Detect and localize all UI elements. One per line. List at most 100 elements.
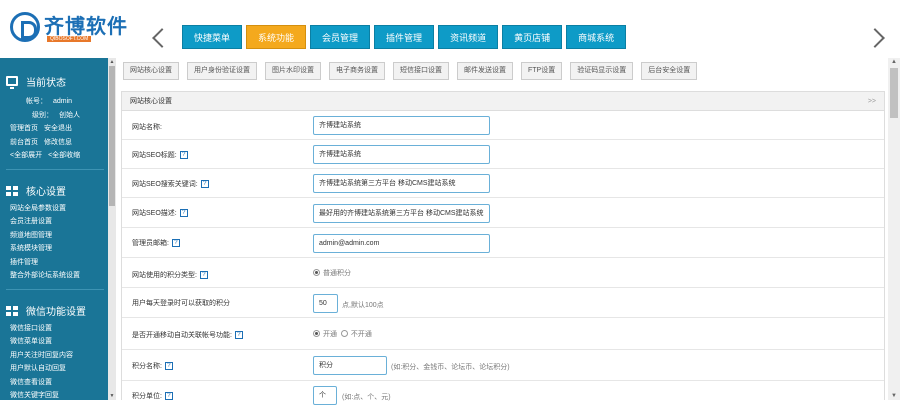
sidebar-item[interactable]: 插件管理 bbox=[10, 256, 110, 270]
points-name-input[interactable]: 积分 bbox=[313, 356, 387, 375]
wechat-menu: 微信接口设置 微信菜单设置 用户关注时回复内容 用户默认自动回复 微信查看设置 … bbox=[6, 322, 110, 401]
sidebar-item[interactable]: 微信查看设置 bbox=[10, 376, 110, 390]
site-logo[interactable]: 齐博软件 QIBOSOFT.COM bbox=[10, 8, 128, 48]
sidebar-item[interactable]: 整合外部论坛系统设置 bbox=[10, 269, 110, 283]
sidebar-item[interactable]: 频道地图管理 bbox=[10, 229, 110, 243]
sidebar-status-header[interactable]: 当前状态 bbox=[6, 70, 110, 92]
form-row-integral-type: 网站使用的积分类型: ? 普通积分 bbox=[122, 258, 884, 288]
subtab-admin-security[interactable]: 后台安全设置 bbox=[641, 62, 698, 80]
collapse-toggle[interactable]: >> bbox=[868, 92, 876, 111]
field-label: 管理员邮箱: ? bbox=[132, 238, 180, 248]
field-label: 用户每天登录时可以获取的积分 bbox=[132, 300, 230, 307]
field-label: 网站使用的积分类型: ? bbox=[132, 270, 208, 280]
subtab-ecommerce[interactable]: 电子商务设置 bbox=[329, 62, 385, 80]
account-value: admin bbox=[53, 98, 73, 105]
seo-description-input[interactable]: 最好用的齐博建站系统第三方平台 移动CMS建站系统 bbox=[313, 204, 490, 223]
logo-mark-icon bbox=[10, 12, 40, 42]
brand-name: 齐博软件 bbox=[44, 14, 128, 38]
tab-news-channel[interactable]: 资讯频道 bbox=[438, 25, 499, 49]
radio-on-icon[interactable] bbox=[313, 330, 320, 337]
help-icon[interactable]: ? bbox=[200, 180, 209, 188]
sidebar-wechat-header[interactable]: 微信功能设置 bbox=[6, 300, 110, 322]
form-row-seo-keywords: 网站SEO搜索关键词: ? 齐博建站系统第三方平台 移动CMS建站系统 bbox=[122, 169, 884, 198]
sidebar-item[interactable]: 网站全局参数设置 bbox=[10, 202, 110, 216]
scroll-up-icon[interactable]: ▲ bbox=[888, 58, 900, 66]
subtab-core-settings[interactable]: 网站核心设置 bbox=[123, 62, 179, 80]
frontend-home-link[interactable]: 前台首页 bbox=[10, 136, 38, 150]
brand-tagline: QIBOSOFT.COM bbox=[44, 36, 92, 42]
sidebar-item[interactable]: 会员注册设置 bbox=[10, 215, 110, 229]
account-label: 帐号： bbox=[26, 98, 47, 105]
help-icon[interactable]: ? bbox=[179, 151, 188, 159]
scrollbar-thumb[interactable] bbox=[109, 66, 115, 206]
help-icon[interactable]: ? bbox=[179, 209, 188, 217]
tab-member-management[interactable]: 会员管理 bbox=[310, 25, 371, 49]
sidebar-wechat-title: 微信功能设置 bbox=[26, 307, 86, 318]
admin-home-link[interactable]: 管理首页 bbox=[10, 122, 38, 136]
form-row-auto-member: 是否开通移动自动关联帐号功能: ? 开通 不开通 bbox=[122, 318, 884, 350]
form-row-signin-points: 用户每天登录时可以获取的积分 50 点,默认100点 bbox=[122, 288, 884, 318]
logout-link[interactable]: 安全退出 bbox=[44, 122, 72, 136]
scroll-down-icon[interactable]: ▼ bbox=[888, 392, 900, 400]
seo-title-input[interactable]: 齐博建站系统 bbox=[313, 145, 490, 164]
sidebar-item[interactable]: 系统模块管理 bbox=[10, 242, 110, 256]
core-settings-panel: 网站核心设置 >> 网站名称: 齐博建站系统 网站SEO标题: ? 齐博建站系统… bbox=[121, 91, 885, 405]
help-icon[interactable]: ? bbox=[164, 362, 173, 370]
help-icon[interactable]: ? bbox=[164, 392, 173, 400]
points-unit-input[interactable]: 个 bbox=[313, 386, 337, 405]
subtab-ftp[interactable]: FTP设置 bbox=[521, 62, 563, 80]
tab-quick-menu[interactable]: 快捷菜单 bbox=[182, 25, 243, 49]
admin-email-input[interactable]: admin@admin.com bbox=[313, 234, 490, 253]
panel-title: 网站核心设置 bbox=[130, 98, 172, 105]
tab-system-functions[interactable]: 系统功能 bbox=[246, 25, 307, 49]
sidebar-scrollbar[interactable]: ▲ ▼ bbox=[108, 58, 116, 400]
collapse-all-link[interactable]: <全部收缩 bbox=[48, 149, 80, 163]
subtab-mail-sending[interactable]: 邮件发送设置 bbox=[457, 62, 513, 80]
scroll-up-icon[interactable]: ▲ bbox=[109, 59, 115, 65]
form-row-points-name: 积分名称: ? 积分 (如:积分、金钱币、论坛币、论坛积分) bbox=[122, 350, 884, 381]
radio-label-on[interactable]: 开通 bbox=[323, 331, 337, 338]
sidebar-item[interactable]: 微信菜单设置 bbox=[10, 335, 110, 349]
nav-next-arrow-icon[interactable] bbox=[865, 28, 885, 48]
sidebar-item[interactable]: 用户关注时回复内容 bbox=[10, 349, 110, 363]
subtab-captcha[interactable]: 验证码显示设置 bbox=[570, 62, 634, 80]
help-icon[interactable]: ? bbox=[199, 271, 208, 279]
sidebar-item[interactable]: 微信接口设置 bbox=[10, 322, 110, 336]
sidebar-core-header[interactable]: 核心设置 bbox=[6, 180, 110, 202]
settings-subtabs: 网站核心设置 用户身份验证设置 图片水印设置 电子商务设置 短信接口设置 邮件发… bbox=[123, 62, 698, 80]
seo-keywords-input[interactable]: 齐博建站系统第三方平台 移动CMS建站系统 bbox=[313, 174, 490, 193]
status-info: 帐号： admin 级别： 创始人 管理首页 安全退出 前台首页 修改信息 <全… bbox=[6, 95, 110, 163]
sidebar-item[interactable]: 微信关键字回复 bbox=[10, 389, 110, 400]
form-row-site-name: 网站名称: 齐博建站系统 bbox=[122, 112, 884, 140]
sidebar-item[interactable]: 用户默认自动回复 bbox=[10, 362, 110, 376]
field-label: 网站SEO标题: ? bbox=[132, 150, 188, 160]
divider bbox=[6, 288, 104, 290]
tab-mall-system[interactable]: 商城系统 bbox=[566, 25, 627, 49]
radio-off-icon[interactable] bbox=[340, 330, 348, 337]
nav-prev-arrow-icon[interactable] bbox=[152, 28, 172, 48]
scrollbar-thumb[interactable] bbox=[890, 68, 898, 118]
site-name-input[interactable]: 齐博建站系统 bbox=[313, 116, 490, 135]
expand-all-link[interactable]: <全部展开 bbox=[10, 149, 42, 163]
tab-plugin-management[interactable]: 插件管理 bbox=[374, 25, 435, 49]
main-scrollbar[interactable]: ▲ ▼ bbox=[888, 58, 900, 400]
subtab-sms-interface[interactable]: 短信接口设置 bbox=[393, 62, 449, 80]
help-icon[interactable]: ? bbox=[171, 239, 180, 247]
edit-profile-link[interactable]: 修改信息 bbox=[44, 136, 72, 150]
help-icon[interactable]: ? bbox=[234, 331, 243, 339]
sidebar-status-section: 当前状态 帐号： admin 级别： 创始人 管理首页 安全退出 前台首页 修改… bbox=[0, 70, 116, 170]
tab-yellow-pages-shop[interactable]: 黄页店铺 bbox=[502, 25, 563, 49]
monitor-icon bbox=[6, 76, 18, 89]
radio-label-off[interactable]: 不开通 bbox=[351, 331, 372, 338]
top-navigation: 快捷菜单 系统功能 会员管理 插件管理 资讯频道 黄页店铺 商城系统 bbox=[182, 25, 627, 49]
scroll-down-icon[interactable]: ▼ bbox=[109, 393, 115, 399]
signin-points-input[interactable]: 50 bbox=[313, 294, 338, 313]
divider bbox=[6, 168, 104, 170]
auto-member-radios: 开通 不开通 bbox=[313, 329, 372, 339]
subtab-watermark[interactable]: 图片水印设置 bbox=[265, 62, 321, 80]
points-name-hint: (如:积分、金钱币、论坛币、论坛积分) bbox=[391, 364, 510, 371]
integral-radio-option[interactable]: 普通积分 bbox=[313, 268, 351, 278]
radio-selected-icon[interactable] bbox=[313, 269, 320, 276]
sidebar-core-section: 核心设置 网站全局参数设置 会员注册设置 频道地图管理 系统模块管理 插件管理 … bbox=[0, 180, 116, 290]
subtab-identity-verification[interactable]: 用户身份验证设置 bbox=[187, 62, 257, 80]
